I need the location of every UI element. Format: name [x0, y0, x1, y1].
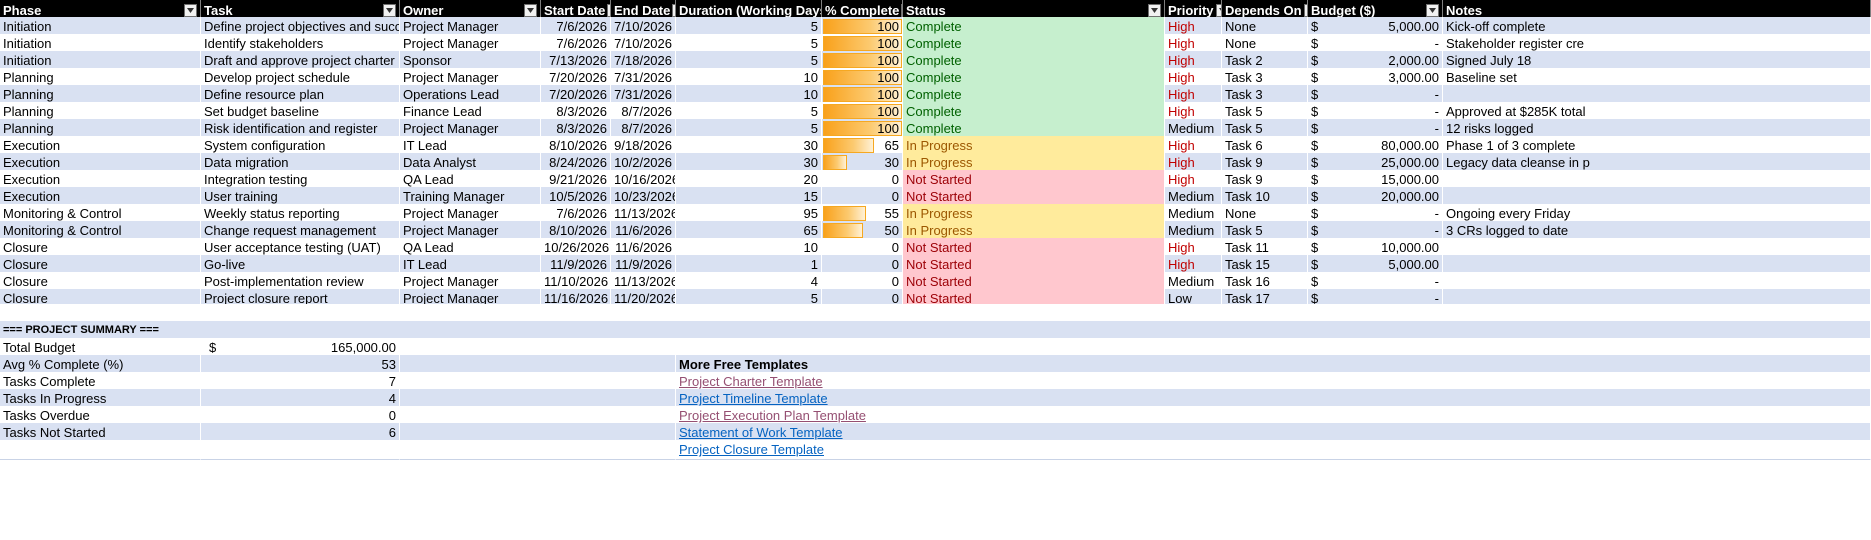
- percent-value: 100: [877, 121, 899, 136]
- data-bar: [823, 138, 874, 153]
- filter-dropdown-icon[interactable]: [184, 3, 197, 17]
- summary-row-extra: Project Closure Template: [0, 440, 1871, 460]
- empty-cell[interactable]: [400, 440, 676, 460]
- spreadsheet: Phase Task Owner Start Date End Date Dur…: [0, 0, 1871, 540]
- data-bar: [823, 155, 847, 170]
- percent-value: 30: [884, 155, 899, 170]
- filter-dropdown-icon[interactable]: [1148, 3, 1161, 17]
- percent-value: 0: [891, 274, 899, 289]
- data-bar: [823, 223, 863, 238]
- data-bar: [823, 206, 866, 221]
- percent-value: 55: [884, 206, 899, 221]
- filter-dropdown-icon[interactable]: [383, 3, 396, 17]
- template-link-execution-plan[interactable]: Project Execution Plan Template: [679, 408, 866, 423]
- percent-value: 100: [877, 87, 899, 102]
- percent-value: 100: [877, 19, 899, 34]
- empty-cell[interactable]: [201, 440, 400, 460]
- empty-cell[interactable]: [0, 440, 201, 460]
- template-link-statement-of-work[interactable]: Statement of Work Template: [679, 425, 843, 440]
- filter-dropdown-icon[interactable]: [1426, 3, 1439, 17]
- percent-value: 0: [891, 189, 899, 204]
- template-link-cell: Project Closure Template: [676, 440, 1871, 460]
- percent-value: 0: [891, 172, 899, 187]
- filter-dropdown-icon[interactable]: [524, 3, 537, 17]
- percent-value: 0: [891, 257, 899, 272]
- template-link-project-charter[interactable]: Project Charter Template: [679, 374, 823, 389]
- percent-value: 0: [891, 240, 899, 255]
- percent-value: 100: [877, 104, 899, 119]
- percent-value: 50: [884, 223, 899, 238]
- template-link-project-timeline[interactable]: Project Timeline Template: [679, 391, 828, 406]
- percent-value: 100: [877, 36, 899, 51]
- percent-value: 100: [877, 53, 899, 68]
- percent-value: 100: [877, 70, 899, 85]
- template-link-project-closure[interactable]: Project Closure Template: [679, 442, 824, 457]
- percent-value: 65: [884, 138, 899, 153]
